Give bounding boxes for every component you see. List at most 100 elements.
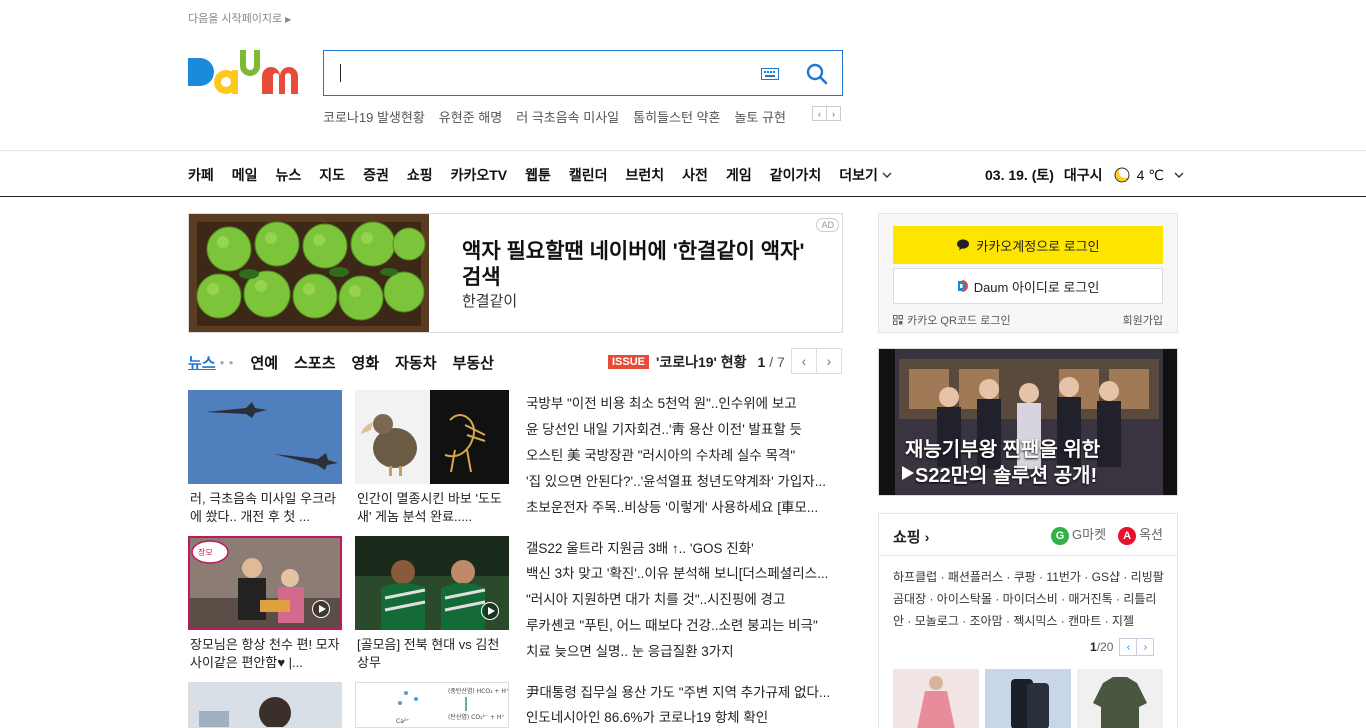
chevron-left-icon[interactable]: ‹	[812, 106, 827, 121]
shop-product-dress[interactable]	[893, 669, 979, 728]
keyboard-icon[interactable]	[761, 68, 779, 80]
play-icon	[481, 602, 499, 620]
tab-realestate[interactable]: 부동산	[453, 352, 494, 373]
issue-pagination: 1 / 7	[758, 354, 785, 370]
headline-link[interactable]: 국방부 "이전 비용 최소 5천억 원"..인수위에 보고	[526, 395, 842, 413]
gmarket-link[interactable]: G G마켓	[1051, 524, 1106, 545]
news-thumb-jets[interactable]	[188, 390, 342, 484]
nav-item-stock[interactable]: 증권	[363, 165, 389, 185]
shop-product-jacket[interactable]	[1077, 669, 1163, 728]
start-page-link[interactable]: 다음을 시작페이지로 ▶	[188, 10, 291, 26]
news-thumb-diagram[interactable]: (중탄산염) HCO₃ + H⁺ (탄산염) CO₃²⁻ + H⁺ Ca²⁺	[355, 682, 509, 728]
tab-entertainment[interactable]: 연예	[251, 352, 279, 373]
news-thumb-caption[interactable]: [골모음] 전북 현대 vs 김천 상무	[355, 636, 509, 672]
search-input-caret[interactable]	[340, 64, 341, 82]
hot-keyword[interactable]: 러 극초음속 미사일	[516, 107, 619, 126]
headline-link[interactable]: 오스틴 美 국방장관 "러시아의 수차례 실수 목격"	[526, 447, 842, 465]
video-ad-banner[interactable]: 재능기부왕 찐팬을 위한 S22만의 솔루션 공개!	[878, 348, 1178, 496]
nav-more-label: 더보기	[839, 167, 878, 183]
news-thumb-caption[interactable]: 러, 극초음속 미사일 우크라에 쐈다.. 개전 후 첫 ...	[188, 490, 342, 526]
headline-link[interactable]: '집 있으면 안된다?'..'윤석열표 청년도약계좌' 가입자...	[526, 473, 842, 491]
shopping-page-current: 1	[1090, 640, 1097, 654]
issue-page-total: / 7	[769, 354, 785, 370]
nav-item-shopping[interactable]: 쇼핑	[407, 165, 433, 185]
news-thumb-dodo[interactable]	[355, 390, 509, 484]
nav-more-button[interactable]: 더보기	[839, 165, 892, 185]
daum-logo-icon	[188, 50, 298, 94]
kakao-login-button[interactable]: 카카오계정으로 로그인	[893, 226, 1163, 264]
ad-advertiser[interactable]: 한결같이	[462, 290, 517, 311]
issue-banner[interactable]: ISSUE '코로나19' 현황 1 / 7	[608, 352, 785, 372]
chevron-left-icon[interactable]: ‹	[791, 348, 817, 374]
nav-item-map[interactable]: 지도	[319, 165, 345, 185]
tab-news[interactable]: 뉴스	[188, 352, 216, 373]
auction-link[interactable]: A 옥션	[1118, 524, 1163, 545]
issue-badge: ISSUE	[608, 355, 650, 369]
shopping-title[interactable]: 쇼핑 ›	[893, 526, 929, 547]
video-banner-text: 재능기부왕 찐팬을 위한 S22만의 솔루션 공개!	[905, 437, 1100, 489]
hot-keyword-list: 코로나19 발생현황 유현준 해명 러 극초음속 미사일 톰히들스턴 약혼 놀토…	[323, 107, 786, 126]
hot-keyword[interactable]: 놀토 규현	[734, 107, 785, 126]
ad-badge[interactable]: AD	[816, 218, 839, 232]
news-thumb-soccer[interactable]	[355, 536, 509, 630]
headline-link[interactable]: 치료 늦으면 실명.. 눈 응급질환 3가지	[526, 643, 842, 661]
tab-sports[interactable]: 스포츠	[294, 352, 335, 373]
headline-link[interactable]: "러시아 지원하면 대가 치를 것"..시진핑에 경고	[526, 591, 842, 609]
news-thumb-caption[interactable]: 장모님은 항상 천수 편! 모자사이같은 편안함♥ |...	[188, 636, 342, 672]
video-banner-line1: 재능기부왕 찐팬을 위한	[905, 439, 1101, 461]
qr-code-icon	[893, 315, 903, 325]
nav-item-calendar[interactable]: 캘린더	[569, 165, 608, 185]
display-ad[interactable]: 액자 필요할땐 네이버에 '한결같이 액자' 검색 한결같이 AD	[188, 213, 843, 333]
join-link[interactable]: 회원가입	[1123, 312, 1163, 328]
search-box[interactable]	[323, 50, 843, 96]
headline-link[interactable]: 백신 3차 맞고 '확진'..이유 분석해 보니[더스페셜리스...	[526, 565, 842, 583]
tab-movie[interactable]: 영화	[352, 352, 380, 373]
nav-item-together[interactable]: 같이가치	[770, 165, 822, 185]
play-icon[interactable]	[901, 465, 915, 481]
chevron-right-icon[interactable]: ›	[826, 106, 841, 121]
nav-item-cafe[interactable]: 카페	[188, 165, 214, 185]
news-thumb-tv-show[interactable]: 장모	[188, 536, 342, 630]
date-text: 03. 19. (토)	[985, 167, 1054, 183]
issue-title[interactable]: '코로나19' 현황	[656, 352, 747, 372]
hot-keyword[interactable]: 톰히들스턴 약혼	[633, 107, 720, 126]
weather-widget[interactable]: 03. 19. (토) 대구시 4 ℃	[985, 165, 1184, 185]
nav-item-kakaotv[interactable]: 카카오TV	[451, 165, 508, 185]
headline-link[interactable]: 루카셴코 "푸틴, 어느 때보다 건강..소련 붕괴는 비극"	[526, 617, 842, 635]
shopping-title-label: 쇼핑	[893, 529, 921, 546]
shopping-partner-list[interactable]: 하프클럽 · 패션플러스 · 쿠팡 · 11번가 · GS샵 · 리빙팔곰대장 …	[893, 566, 1165, 632]
hot-keyword[interactable]: 유현준 해명	[439, 107, 502, 126]
kakao-talk-icon	[957, 239, 970, 251]
qr-login-link[interactable]: 카카오 QR코드 로그인	[893, 312, 1011, 328]
headline-link[interactable]: 인도네시아인 86.6%가 코로나19 항체 확인	[526, 709, 842, 727]
news-thumb-caption[interactable]: 인간이 멸종시킨 바보 '도도새' 게놈 분석 완료.....	[355, 490, 509, 526]
video-banner-line2: S22만의 솔루션 공개!	[915, 465, 1098, 487]
chevron-right-icon[interactable]: ›	[1136, 638, 1155, 656]
shopping-pager: 1/20 ‹ ›	[1090, 638, 1155, 656]
nav-item-news[interactable]: 뉴스	[276, 165, 302, 185]
chevron-right-icon[interactable]: ›	[816, 348, 842, 374]
nav-item-game[interactable]: 게임	[726, 165, 752, 185]
nav-item-webtoon[interactable]: 웹툰	[525, 165, 551, 185]
news-thumb-person[interactable]	[188, 682, 342, 728]
nav-item-dictionary[interactable]: 사전	[682, 165, 708, 185]
headline-link[interactable]: 갤S22 울트라 지원금 3배 ↑.. 'GOS 진화'	[526, 540, 842, 558]
ad-title[interactable]: 액자 필요할땐 네이버에 '한결같이 액자' 검색	[462, 239, 807, 291]
daum-login-button[interactable]: Daum 아이디로 로그인	[893, 268, 1163, 304]
headline-link[interactable]: 초보운전자 주목..비상등 '이렇게' 사용하세요 [車모...	[526, 499, 842, 517]
shop-product-phone[interactable]	[985, 669, 1071, 728]
gmarket-icon: G	[1051, 527, 1070, 545]
hot-keyword[interactable]: 코로나19 발생현황	[323, 107, 425, 126]
chevron-left-icon[interactable]: ‹	[1119, 638, 1138, 656]
nav-item-brunch[interactable]: 브런치	[626, 165, 665, 185]
headline-link[interactable]: 尹대통령 집무실 용산 가도 "주변 지역 추가규제 없다...	[526, 684, 842, 702]
nav-item-mail[interactable]: 메일	[232, 165, 258, 185]
caret-right-icon: ▶	[285, 15, 292, 24]
tab-car[interactable]: 자동차	[395, 352, 436, 373]
headline-link[interactable]: 윤 당선인 내일 기자회견..'靑 용산 이전' 발표할 듯	[526, 421, 842, 439]
chevron-down-icon[interactable]	[1174, 172, 1184, 178]
moon-icon	[1114, 166, 1131, 183]
daum-logo[interactable]	[188, 46, 304, 100]
search-icon[interactable]	[804, 61, 830, 87]
issue-pager: ‹ ›	[791, 348, 842, 374]
